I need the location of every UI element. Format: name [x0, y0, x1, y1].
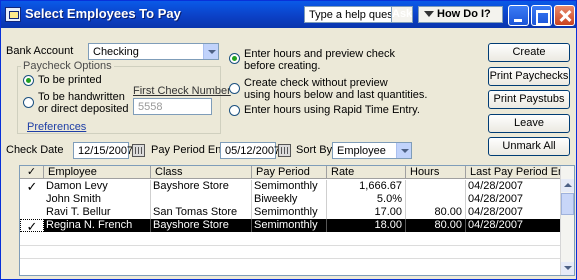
create-button[interactable]: Create: [488, 43, 570, 62]
how-do-i-label: How Do I?: [437, 8, 491, 20]
column-header-employee[interactable]: Employee: [44, 166, 151, 179]
column-header-rate[interactable]: Rate: [327, 166, 406, 179]
print-paystubs-button[interactable]: Print Paystubs: [488, 90, 570, 109]
checkbook-icon: [5, 7, 21, 22]
class-cell: Bayshore Store: [151, 180, 252, 193]
last-pay-period-end-cell: 04/28/2007: [466, 180, 561, 193]
pay-period-cell: Semimonthly: [252, 219, 327, 232]
rate-cell: 1,666.67: [327, 180, 406, 193]
chevron-down-icon: [424, 11, 434, 17]
dropdown-arrow-icon[interactable]: [396, 143, 411, 158]
hours-cell: [406, 180, 466, 193]
rate-cell: 17.00: [327, 206, 406, 219]
bank-account-label: Bank Account: [6, 45, 74, 57]
check-mark-icon[interactable]: ✓: [20, 180, 44, 193]
to-be-printed-radio[interactable]: [23, 75, 34, 86]
to-be-handwritten-label-2[interactable]: or direct deposited: [38, 103, 129, 115]
bank-account-value: Checking: [93, 46, 139, 58]
table-row[interactable]: John Smith Biweekly 5.0% 04/28/2007: [20, 193, 561, 206]
pay-period-cell: Semimonthly: [252, 206, 327, 219]
sort-by-select[interactable]: Employee: [332, 142, 412, 159]
first-check-number-field[interactable]: 5558: [133, 98, 212, 115]
to-be-handwritten-radio[interactable]: [23, 97, 34, 108]
print-paychecks-button[interactable]: Print Paychecks: [488, 67, 570, 86]
enter-hours-preview-label-2[interactable]: before creating.: [244, 60, 320, 72]
select-employees-window: Select Employees To Pay Type a help ques…: [0, 0, 577, 280]
scroll-down-icon[interactable]: [561, 262, 574, 275]
class-cell: [151, 193, 252, 206]
column-header-check[interactable]: ✓: [20, 166, 44, 179]
employee-cell: Ravi T. Bellur: [44, 206, 151, 219]
rapid-time-entry-radio[interactable]: [229, 105, 240, 116]
class-cell: Bayshore Store: [151, 219, 252, 232]
last-pay-period-end-cell: 04/28/2007: [466, 219, 561, 232]
column-header-hours[interactable]: Hours: [406, 166, 466, 179]
how-do-i-button[interactable]: How Do I?: [418, 6, 503, 23]
create-without-preview-label-2[interactable]: using hours below and last quantities.: [244, 89, 427, 101]
create-without-preview-radio[interactable]: [229, 83, 240, 94]
column-header-last-pay-period-end[interactable]: Last Pay Period End: [466, 166, 561, 179]
column-header-pay-period[interactable]: Pay Period: [252, 166, 327, 179]
help-question-field[interactable]: Type a help question Ask: [304, 6, 413, 23]
enter-hours-preview-label-1[interactable]: Enter hours and preview check: [244, 48, 395, 60]
first-check-number-label: First Check Number: [133, 85, 231, 97]
minimize-icon[interactable]: [508, 5, 529, 26]
enter-hours-preview-radio[interactable]: [229, 53, 240, 64]
dropdown-arrow-icon[interactable]: [203, 44, 218, 59]
check-date-field[interactable]: 12/15/2007: [73, 142, 133, 159]
rate-cell: 18.00: [327, 219, 406, 232]
table-row[interactable]: ✓ Damon Levy Bayshore Store Semimonthly …: [20, 180, 561, 193]
pay-period-ends-value: 05/12/2007: [225, 145, 281, 157]
pay-period-cell: Semimonthly: [252, 180, 327, 193]
close-icon[interactable]: [554, 5, 575, 26]
calendar-icon[interactable]: [278, 144, 291, 157]
bank-account-select[interactable]: Checking: [88, 43, 219, 60]
rapid-time-entry-label[interactable]: Enter hours using Rapid Time Entry.: [244, 104, 420, 116]
check-mark-icon[interactable]: ✓: [20, 219, 44, 233]
check-date-label: Check Date: [6, 144, 64, 156]
employee-table: ✓ Employee Class Pay Period Rate Hours L…: [19, 165, 575, 276]
table-row-selected[interactable]: ✓ Regina N. French Bayshore Store Semimo…: [20, 219, 561, 233]
table-row[interactable]: Ravi T. Bellur San Tomas Store Semimonth…: [20, 206, 561, 219]
preferences-link[interactable]: Preferences: [27, 121, 86, 133]
column-header-class[interactable]: Class: [151, 166, 252, 179]
create-without-preview-label-1[interactable]: Create check without preview: [244, 77, 388, 89]
sort-by-label: Sort By: [296, 144, 333, 156]
check-mark-icon[interactable]: [20, 193, 44, 206]
class-cell: San Tomas Store: [151, 206, 252, 219]
check-mark-icon[interactable]: [20, 206, 44, 219]
vertical-scrollbar[interactable]: [560, 166, 574, 275]
hours-cell: 80.00: [406, 206, 466, 219]
paycheck-options-label: Paycheck Options: [21, 60, 114, 72]
first-check-number-value: 5558: [138, 101, 163, 113]
title-bar[interactable]: Select Employees To Pay Type a help ques…: [1, 1, 576, 28]
scroll-thumb[interactable]: [561, 193, 574, 215]
to-be-handwritten-label-1[interactable]: To be handwritten: [38, 91, 125, 103]
calendar-icon[interactable]: [132, 144, 145, 157]
window-title: Select Employees To Pay: [25, 6, 181, 21]
last-pay-period-end-cell: 04/28/2007: [466, 193, 561, 206]
check-date-value: 12/15/2007: [78, 145, 134, 157]
employee-cell: Damon Levy: [44, 180, 151, 193]
pay-period-cell: Biweekly: [252, 193, 327, 206]
employee-cell: Regina N. French: [44, 219, 151, 232]
leave-button[interactable]: Leave: [488, 114, 570, 133]
sort-by-value: Employee: [337, 145, 386, 157]
hours-cell: 80.00: [406, 219, 466, 232]
employee-cell: John Smith: [44, 193, 151, 206]
last-pay-period-end-cell: 04/28/2007: [466, 206, 561, 219]
row-divider: [20, 258, 561, 259]
pay-period-ends-field[interactable]: 05/12/2007: [220, 142, 280, 159]
maximize-icon[interactable]: [531, 5, 552, 26]
hours-cell: [406, 193, 466, 206]
row-divider: [20, 245, 561, 246]
to-be-printed-label[interactable]: To be printed: [38, 74, 102, 86]
table-header: ✓ Employee Class Pay Period Rate Hours L…: [20, 166, 561, 179]
scroll-up-icon[interactable]: [561, 179, 574, 192]
ask-button[interactable]: Ask: [391, 6, 413, 23]
rate-cell: 5.0%: [327, 193, 406, 206]
unmark-all-button[interactable]: Unmark All: [488, 137, 570, 156]
